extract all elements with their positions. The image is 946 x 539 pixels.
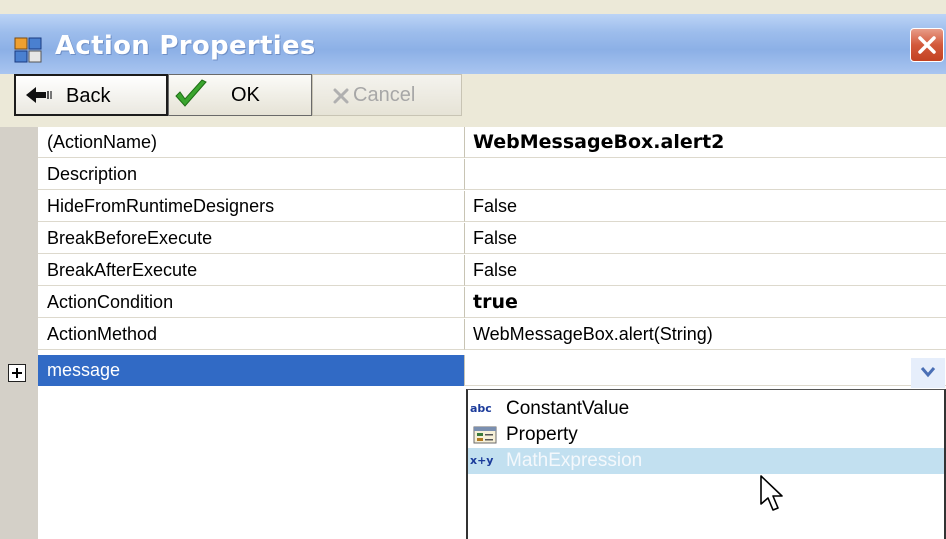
mouse-cursor-icon	[760, 475, 783, 511]
dropdown-item-constantvalue[interactable]: abc ConstantValue	[468, 396, 944, 422]
property-name: HideFromRuntimeDesigners	[38, 191, 464, 222]
property-icon	[473, 426, 497, 444]
value-type-dropdown-list: abc ConstantValue Property x+y MathExpre…	[466, 389, 946, 539]
property-value[interactable]: WebMessageBox.alert2	[464, 127, 946, 158]
property-value[interactable]: False	[464, 255, 946, 286]
window-title: Action Properties	[55, 31, 316, 61]
expand-plus-icon[interactable]	[8, 364, 26, 382]
action-properties-window: Action Properties Back OK Cancel (Action…	[0, 0, 946, 539]
dropdown-item-label: ConstantValue	[506, 398, 630, 419]
abc-icon: abc	[470, 402, 492, 415]
property-row-breakafterexecute[interactable]: BreakAfterExecute False	[38, 255, 946, 287]
dropdown-item-property[interactable]: Property	[468, 422, 944, 448]
property-value[interactable]	[464, 159, 946, 190]
toolbar: Back OK Cancel	[0, 74, 946, 122]
dropdown-item-label: MathExpression	[506, 450, 643, 471]
property-value[interactable]: False	[464, 223, 946, 254]
property-name: BreakBeforeExecute	[38, 223, 464, 254]
grid-gutter	[0, 127, 38, 539]
property-name: (ActionName)	[38, 127, 464, 158]
cancel-button[interactable]: Cancel	[312, 74, 462, 116]
cancel-label: Cancel	[353, 84, 416, 106]
dropdown-button[interactable]	[911, 358, 945, 388]
property-name: ActionMethod	[38, 319, 464, 350]
close-icon	[918, 36, 936, 54]
property-row-actionmethod[interactable]: ActionMethod WebMessageBox.alert(String)	[38, 319, 946, 351]
ok-label: OK	[231, 84, 260, 106]
cancel-x-icon	[333, 88, 349, 104]
back-label: Back	[66, 85, 111, 107]
property-row-message[interactable]: message	[38, 355, 946, 387]
property-value[interactable]: False	[464, 191, 946, 222]
property-row-actioncondition[interactable]: ActionCondition true	[38, 287, 946, 319]
checkmark-icon	[175, 79, 207, 107]
ok-button[interactable]: OK	[168, 74, 312, 116]
property-name: Description	[38, 159, 464, 190]
property-value[interactable]: WebMessageBox.alert(String)	[464, 319, 946, 350]
property-name: ActionCondition	[38, 287, 464, 318]
property-row-actionname[interactable]: (ActionName) WebMessageBox.alert2	[38, 127, 946, 159]
property-row-hidefromruntimedesigners[interactable]: HideFromRuntimeDesigners False	[38, 191, 946, 223]
window-icon	[14, 37, 42, 63]
dropdown-item-label: Property	[506, 424, 578, 445]
dropdown-item-mathexpression[interactable]: x+y MathExpression	[468, 448, 944, 474]
property-name: BreakAfterExecute	[38, 255, 464, 286]
property-row-breakbeforeexecute[interactable]: BreakBeforeExecute False	[38, 223, 946, 255]
title-bar: Action Properties	[0, 14, 946, 74]
property-row-description[interactable]: Description	[38, 159, 946, 191]
chevron-down-icon	[920, 367, 936, 378]
close-button[interactable]	[910, 28, 944, 62]
property-value[interactable]	[464, 355, 946, 386]
back-button[interactable]: Back	[14, 74, 168, 116]
back-arrow-icon	[26, 87, 52, 103]
property-name: message	[38, 355, 464, 386]
math-expression-icon: x+y	[470, 454, 494, 467]
property-value[interactable]: true	[464, 287, 946, 318]
